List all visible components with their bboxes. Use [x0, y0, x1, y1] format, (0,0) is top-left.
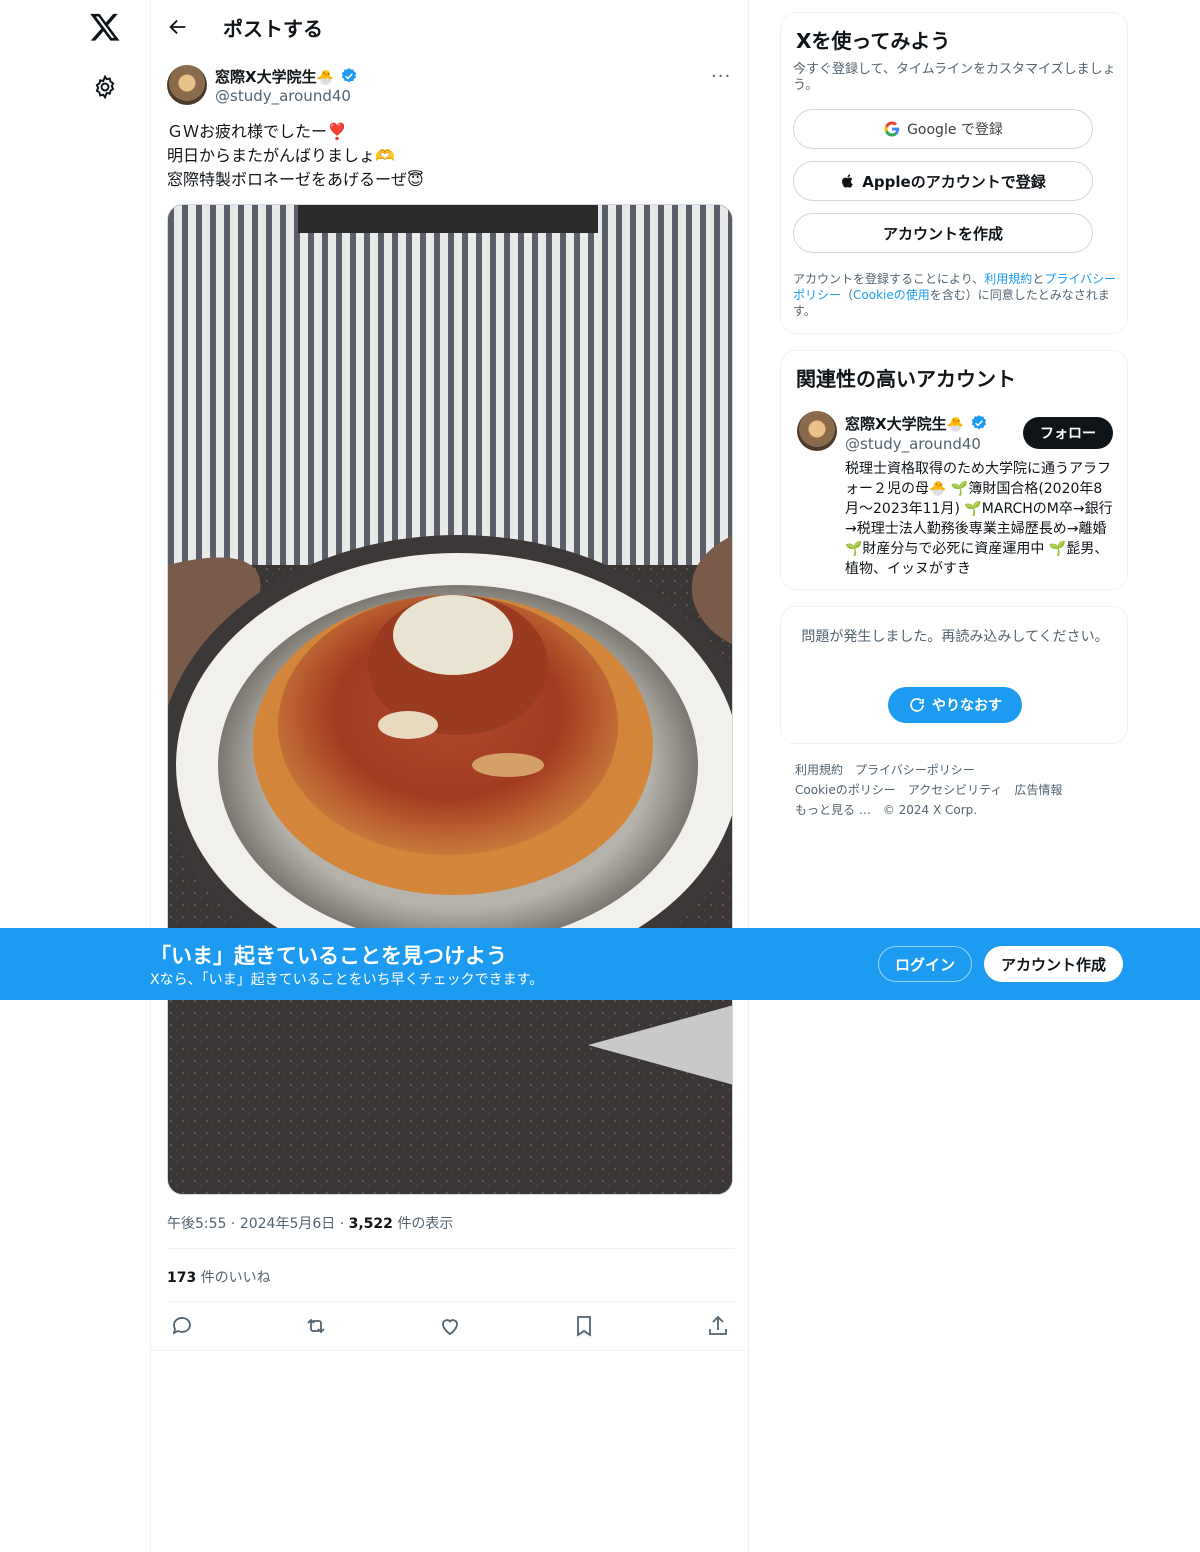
back-arrow-icon[interactable] — [167, 16, 189, 38]
footer-link[interactable]: プライバシーポリシー — [855, 763, 975, 777]
post-meta: 午後5:55 · 2024年5月6日 · 3,522 件の表示 — [167, 1216, 454, 1232]
related-accounts-card: 関連性の高いアカウント 窓際X大学院生🐣 @study_around40 フォロ… — [780, 350, 1128, 590]
repost-icon[interactable] — [304, 1314, 328, 1338]
avatar[interactable] — [797, 411, 837, 451]
author-handle[interactable]: @study_around40 — [215, 87, 351, 105]
footer-link[interactable]: Cookieのポリシー — [795, 783, 896, 797]
google-signup-button[interactable]: Google で登録 — [793, 109, 1093, 149]
legal-prefix: アカウントを登録することにより、 — [793, 272, 985, 286]
related-handle[interactable]: @study_around40 — [845, 435, 981, 453]
apple-signup-button[interactable]: Appleのアカウントで登録 — [793, 161, 1093, 201]
verified-icon — [341, 68, 357, 83]
error-message: 問題が発生しました。再読み込みしてください。 — [801, 629, 1109, 645]
banner-title: 「いま」起きていることを見つけよう — [150, 944, 507, 968]
likes-label: 件のいいね — [200, 1270, 271, 1286]
more-icon[interactable]: ··· — [711, 66, 735, 87]
share-icon[interactable] — [706, 1314, 730, 1338]
avatar[interactable] — [167, 65, 207, 105]
signup-card: Xを使ってみよう 今すぐ登録して、タイムラインをカスタマイズしましょう。 Goo… — [780, 12, 1128, 334]
tweet-line: 窓際特製ボロネーゼをあげるーぜ😇 — [167, 170, 424, 189]
divider — [167, 1248, 735, 1249]
copyright: © 2024 X Corp. — [882, 803, 978, 817]
post-date[interactable]: 2024年5月6日 — [240, 1216, 335, 1232]
views-count: 3,522 — [348, 1216, 393, 1232]
likes-count: 173 — [167, 1270, 197, 1286]
author-name-text: 窓際X大学院生 — [215, 68, 317, 86]
author-name[interactable]: 窓際X大学院生🐣 — [215, 66, 334, 87]
signup-subtitle: 今すぐ登録して、タイムラインをカスタマイズしましょう。 — [793, 62, 1116, 93]
divider — [167, 1301, 735, 1302]
bookmark-icon[interactable] — [572, 1314, 596, 1338]
error-card: 問題が発生しました。再読み込みしてください。 やりなおす — [780, 606, 1128, 744]
retry-button[interactable]: やりなおす — [888, 687, 1022, 723]
create-account-label: アカウントを作成 — [882, 224, 1003, 243]
tweet-line: 明日からまたがんばりましょ🫶 — [167, 146, 395, 165]
like-icon[interactable] — [438, 1314, 462, 1338]
legal-text: アカウントを登録することにより、利用規約とプライバシーポリシー（Cookieの使… — [793, 271, 1121, 319]
refresh-icon — [910, 698, 924, 712]
action-bar — [167, 1314, 735, 1340]
author-emoji: 🐣 — [316, 70, 335, 86]
page-title: ポストする — [223, 17, 323, 41]
related-name[interactable]: 窓際X大学院生🐣 — [845, 413, 964, 434]
retry-label: やりなおす — [932, 698, 1002, 714]
banner-subtitle: Xなら、「いま」起きていることをいち早くチェックできます。 — [150, 972, 544, 988]
footer-link[interactable]: 利用規約 — [795, 763, 843, 777]
google-signup-label: Google で登録 — [907, 122, 1003, 138]
login-banner: 「いま」起きていることを見つけよう Xなら、「いま」起きていることをいち早くチェ… — [0, 928, 1200, 1000]
apple-signup-label: Appleのアカウントで登録 — [862, 172, 1046, 191]
reply-icon[interactable] — [170, 1314, 194, 1338]
google-icon — [884, 121, 900, 137]
likes-row[interactable]: 173 件のいいね — [167, 1267, 271, 1287]
main-column: ポストする 窓際X大学院生🐣 @study_around40 ··· ＧＷお疲れ… — [150, 0, 749, 1552]
create-account-button[interactable]: アカウントを作成 — [793, 213, 1093, 253]
left-nav — [0, 0, 150, 1552]
tweet-line: ＧＷお疲れ様でしたー❣️ — [167, 122, 347, 141]
terms-link[interactable]: 利用規約 — [984, 272, 1032, 286]
related-bio: 税理士資格取得のため大学院に通うアラフォー２児の母🐣 🌱簿財国合格(2020年8… — [845, 461, 1113, 577]
legal-paren: （ — [841, 288, 854, 302]
footer-link[interactable]: アクセシビリティ — [908, 783, 1003, 797]
related-name-text: 窓際X大学院生 — [845, 415, 947, 433]
post-time[interactable]: 午後5:55 — [167, 1216, 226, 1232]
follow-button[interactable]: フォロー — [1023, 417, 1113, 449]
related-title: 関連性の高いアカウント — [796, 367, 1016, 391]
post-photo[interactable] — [167, 204, 733, 1195]
gear-icon[interactable] — [92, 74, 118, 100]
footer-link[interactable]: 広告情報 — [1014, 783, 1062, 797]
signup-title: Xを使ってみよう — [796, 29, 951, 53]
apple-icon — [842, 174, 854, 188]
legal-and: と — [1032, 272, 1045, 286]
footer-links: 利用規約 プライバシーポリシー Cookieのポリシー アクセシビリティ 広告情報 も… — [795, 760, 1115, 820]
tweet-text: ＧＷお疲れ様でしたー❣️ 明日からまたがんばりましょ🫶 窓際特製ボロネーゼをあげ… — [167, 120, 424, 192]
verified-icon — [971, 415, 987, 430]
views-label: 件の表示 — [397, 1216, 454, 1232]
login-button[interactable]: ログイン — [878, 946, 972, 982]
related-emoji: 🐣 — [946, 417, 965, 433]
divider — [151, 1350, 749, 1351]
cookie-link[interactable]: Cookieの使用 — [853, 288, 930, 302]
footer-link[interactable]: もっと見る … — [795, 803, 871, 817]
pasta-photo-image — [168, 205, 732, 1194]
signup-button[interactable]: アカウント作成 — [984, 946, 1123, 982]
x-logo-icon[interactable] — [89, 11, 121, 43]
